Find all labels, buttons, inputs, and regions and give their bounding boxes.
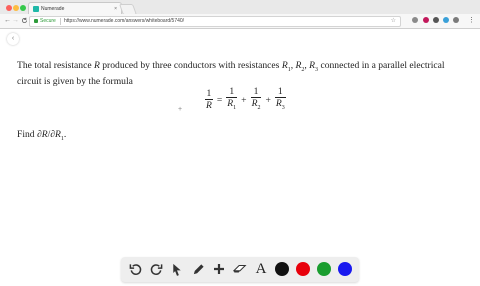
question-prompt: Find ∂R/∂R1. xyxy=(17,129,66,142)
statement-text: The total resistance xyxy=(17,60,94,71)
numerade-favicon-icon xyxy=(33,6,39,12)
find-text: Find ∂ xyxy=(17,129,42,140)
denominator: R2 xyxy=(250,97,262,114)
extension-icon[interactable] xyxy=(412,17,418,23)
color-swatch-blue[interactable] xyxy=(338,262,352,276)
back-icon[interactable]: ← xyxy=(4,14,11,28)
maximize-window-button[interactable] xyxy=(20,5,26,11)
address-bar[interactable]: Secure https://www.numerade.com/answers/… xyxy=(29,16,401,27)
numerator: 1 xyxy=(253,86,259,97)
subscript: 1 xyxy=(233,104,237,111)
color-swatch-green[interactable] xyxy=(317,262,331,276)
collapse-sidebar-button[interactable]: ‹ xyxy=(7,33,19,45)
close-window-button[interactable] xyxy=(6,5,12,11)
extension-icon[interactable] xyxy=(433,17,439,23)
subscript: 3 xyxy=(281,104,285,111)
denominator: R1 xyxy=(226,97,238,114)
fraction-term-2: 1 R2 xyxy=(250,86,262,114)
extension-icon[interactable] xyxy=(423,17,429,23)
forward-icon[interactable]: → xyxy=(12,14,19,28)
statement-text: produced by three conductors with resist… xyxy=(99,60,282,71)
fraction-term-3: 1 R3 xyxy=(274,86,286,114)
color-swatch-black[interactable] xyxy=(275,262,289,276)
undo-icon[interactable] xyxy=(127,261,143,277)
plus-sign: + xyxy=(241,94,247,106)
reload-icon[interactable] xyxy=(21,14,28,28)
extension-icon[interactable] xyxy=(443,17,449,23)
subscript: 2 xyxy=(257,104,261,111)
text-tool-button[interactable]: A xyxy=(253,261,269,277)
secure-label: Secure xyxy=(40,18,56,24)
problem-statement: The total resistance R produced by three… xyxy=(17,60,463,87)
numerator: 1 xyxy=(229,86,235,97)
whiteboard-toolbar: A xyxy=(121,257,359,282)
eraser-icon[interactable] xyxy=(232,261,248,277)
extension-icon[interactable] xyxy=(453,17,459,23)
plus-sign: + xyxy=(265,94,271,106)
redo-icon[interactable] xyxy=(148,261,164,277)
fraction-lhs: 1 R xyxy=(205,89,213,111)
fraction-term-1: 1 R1 xyxy=(226,86,238,114)
color-swatch-red[interactable] xyxy=(296,262,310,276)
plus-icon[interactable] xyxy=(211,261,227,277)
minimize-window-button[interactable] xyxy=(13,5,19,11)
pencil-icon[interactable] xyxy=(190,261,206,277)
denominator: R3 xyxy=(274,97,286,114)
pointer-icon[interactable] xyxy=(169,261,185,277)
browser-menu-icon[interactable]: ⋮ xyxy=(468,14,475,28)
stray-plus-mark: + xyxy=(178,106,183,113)
equals-sign: = xyxy=(216,94,223,106)
period: . xyxy=(63,129,67,140)
lock-icon xyxy=(34,19,38,23)
resistance-formula: 1 R = 1 R1 + 1 R2 + 1 R3 xyxy=(203,87,288,114)
partial-slash: /∂ xyxy=(47,129,56,140)
numerator: 1 xyxy=(206,88,212,100)
numerator: 1 xyxy=(277,86,283,97)
address-separator xyxy=(60,18,61,25)
bookmark-star-icon[interactable]: ☆ xyxy=(391,17,396,26)
denominator: R xyxy=(205,99,213,112)
url-text[interactable]: https://www.numerade.com/answers/whitebo… xyxy=(64,17,184,26)
